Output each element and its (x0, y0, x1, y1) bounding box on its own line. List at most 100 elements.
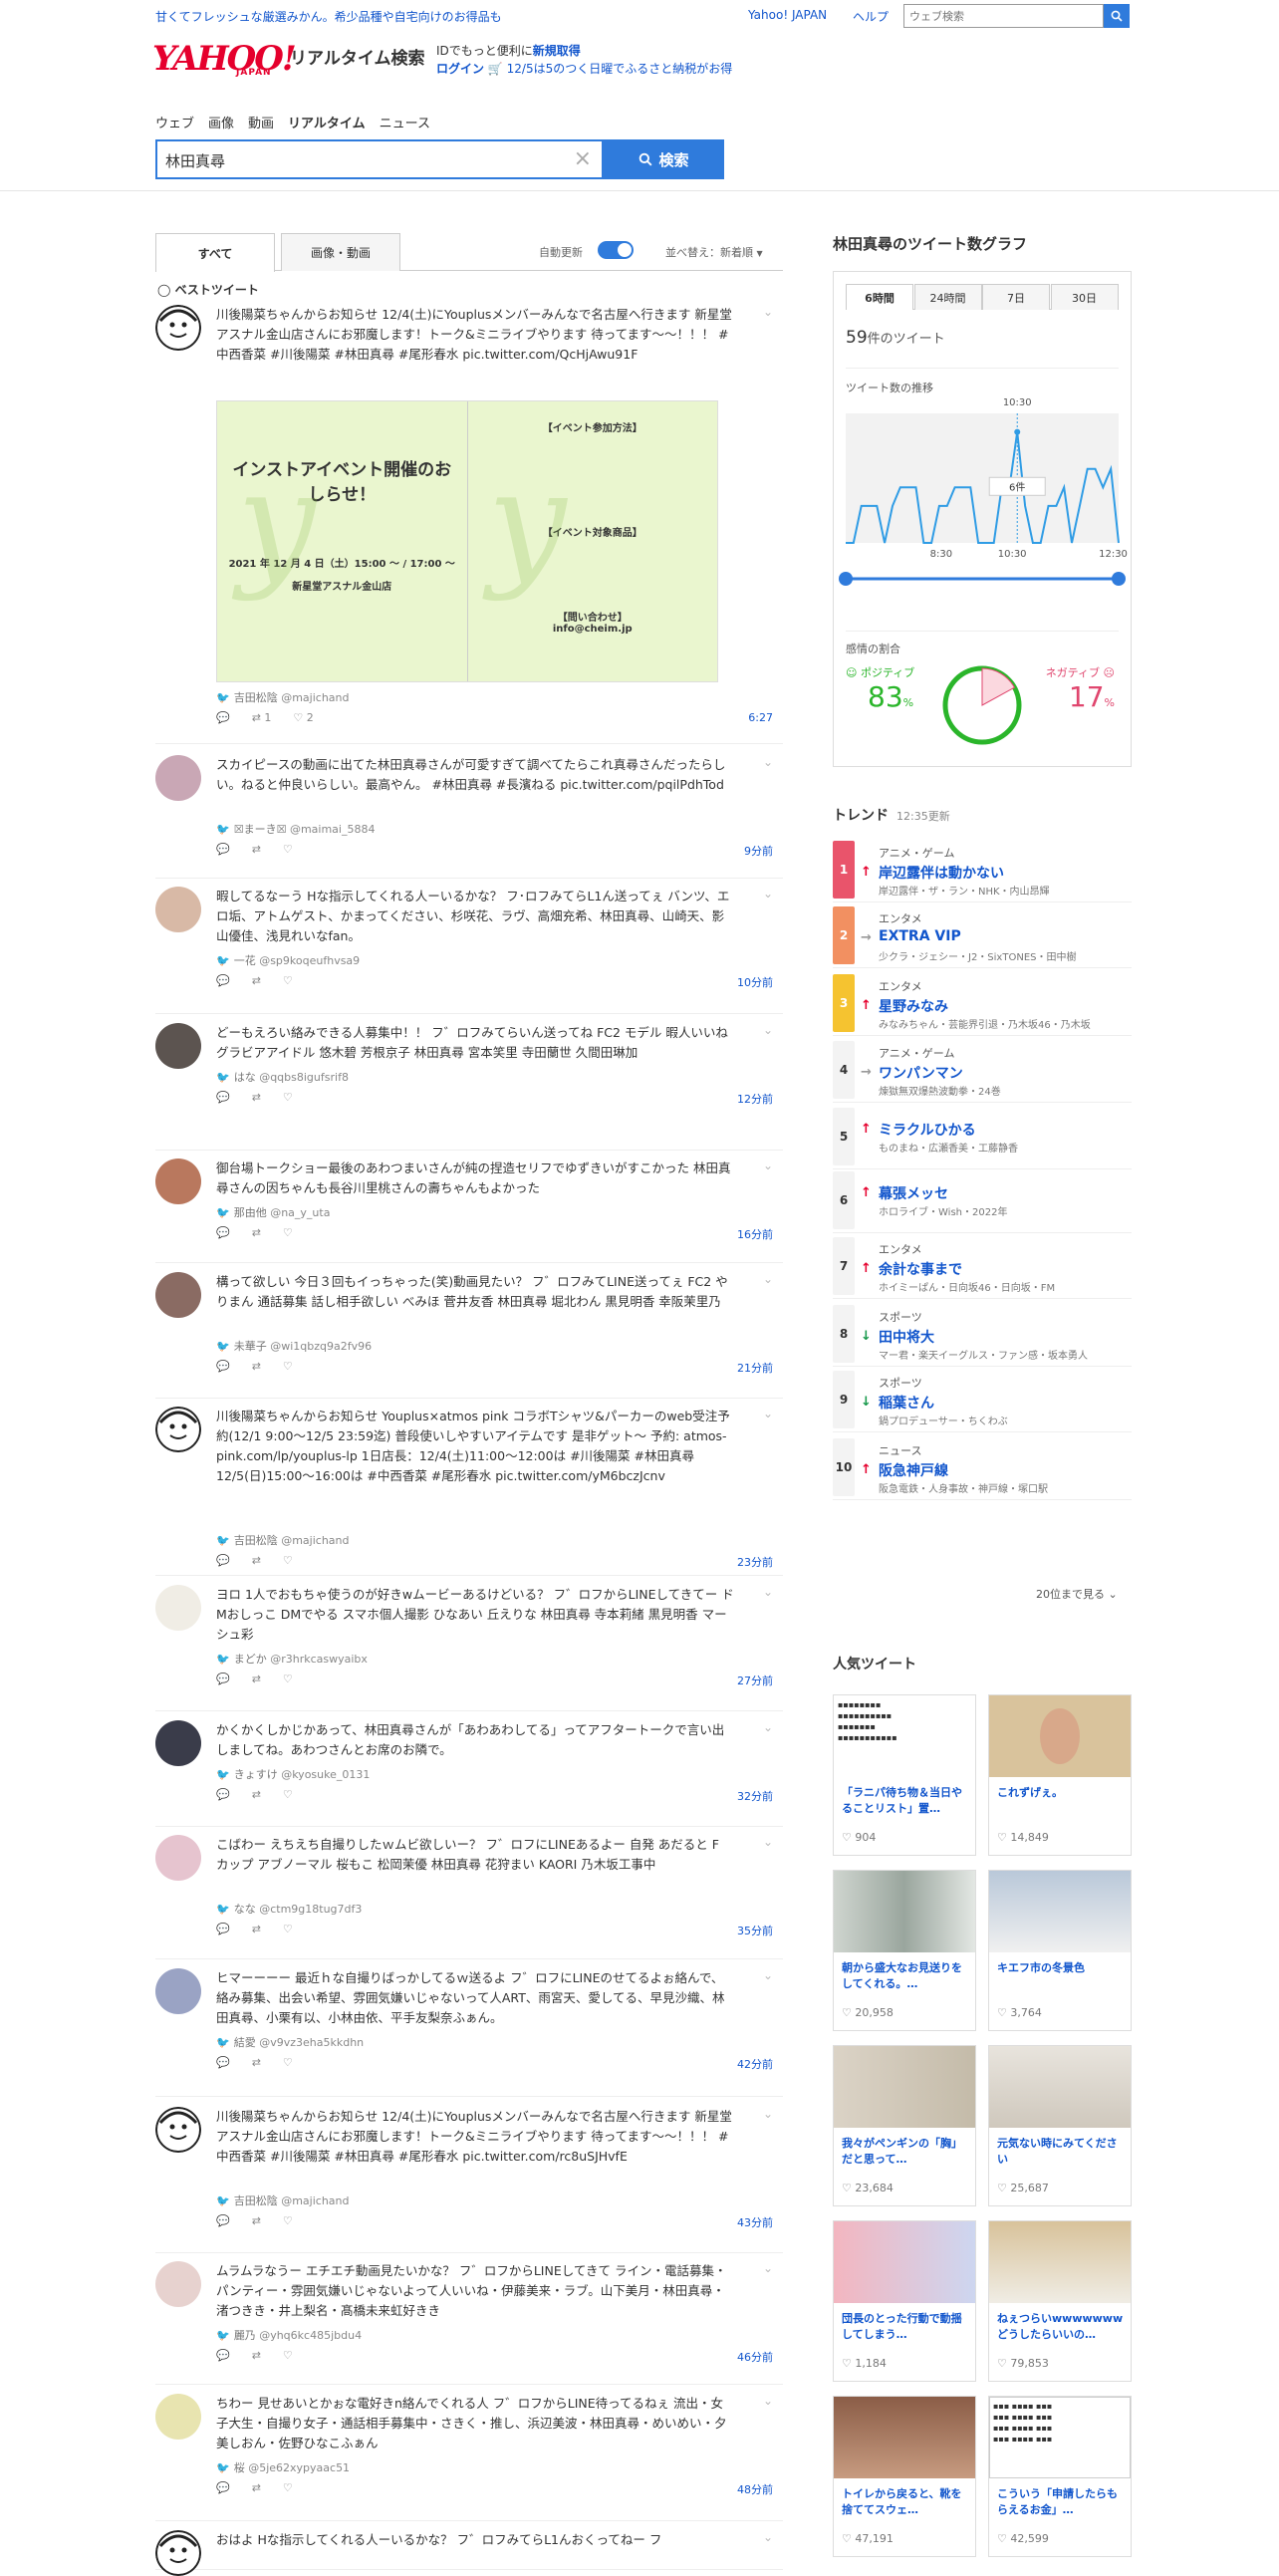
chevron-down-icon[interactable]: ⌄ (763, 1407, 773, 1420)
nav-item-1[interactable]: 画像 (208, 117, 234, 131)
tweet-time[interactable]: 32分前 (737, 1788, 773, 1804)
graph-tab-3[interactable]: 30日 (1050, 284, 1119, 310)
tweet-item[interactable]: 川後陽菜ちゃんからお知らせ 12/4(土)にYouplusメンバーみんなで名古屋… (155, 305, 783, 744)
reply-icon[interactable]: 💬 (216, 1923, 230, 1935)
tab-all[interactable]: すべて (155, 233, 275, 272)
retweet-button[interactable]: ⇄ (252, 1554, 261, 1567)
avatar[interactable] (155, 1968, 201, 2014)
tweet-author[interactable]: 🐦 未華子 @wi1qbzq9a2fv96 (216, 1338, 372, 1354)
tweet-author[interactable]: 🐦 吉田松陰 @majichand (216, 689, 350, 705)
popular-tweet-card[interactable]: ねぇつらいwwwwwwwどうしたらいいの… ♡ 79,853 (988, 2220, 1132, 2382)
chevron-down-icon[interactable]: ⌄ (763, 2107, 773, 2121)
like-button[interactable]: ♡ (283, 1554, 293, 1567)
tweet-author[interactable]: 🐦 きょすけ @kyosuke_0131 (216, 1766, 370, 1782)
tweet-author[interactable]: 🐦 那由他 @na_y_uta (216, 1204, 330, 1220)
popular-tweet-card[interactable]: これずげぇ。 ♡ 14,849 (988, 1694, 1132, 1856)
tweet-author[interactable]: 🐦 桜 @5je62xypyaac51 (216, 2459, 350, 2475)
retweet-button[interactable]: ⇄ (252, 1923, 261, 1935)
like-button[interactable]: ♡ (283, 1673, 293, 1685)
chevron-down-icon[interactable]: ⌄ (763, 1968, 773, 1982)
popular-tweet-card[interactable]: 我々がペンギンの「胸」だと思って… ♡ 23,684 (833, 2045, 976, 2206)
reply-icon[interactable]: 💬 (216, 2056, 230, 2069)
tweet-item[interactable]: こばわー えちえち自撮りしたｗムビ欲しいー？ フ゛ロフにLINEあるよー 自発 … (155, 1835, 783, 1959)
tweet-time[interactable]: 46分前 (737, 2349, 773, 2365)
trend-item[interactable]: 9 スポーツ ↓ 稲葉さん 鍋プロデューサー・ちくわぶ (833, 1367, 1132, 1432)
clear-icon[interactable]: × (574, 146, 592, 171)
tweet-time[interactable]: 9分前 (744, 843, 773, 859)
tweet-author[interactable]: 🐦 吉田松陰 @majichand (216, 2192, 350, 2208)
like-button[interactable]: ♡ (283, 2214, 293, 2227)
tweet-author[interactable]: 🐦 吉田松陰 @majichand (216, 1532, 350, 1548)
tweet-time[interactable]: 35分前 (737, 1923, 773, 1938)
retweet-button[interactable]: ⇄ (252, 1673, 261, 1685)
like-button[interactable]: ♡ (283, 2349, 293, 2362)
range-slider-end-handle[interactable] (1112, 572, 1126, 586)
reply-icon[interactable]: 💬 (216, 1226, 230, 1239)
retweet-button[interactable]: ⇄ (252, 1091, 261, 1104)
tweet-time[interactable]: 42分前 (737, 2056, 773, 2072)
tweet-item[interactable]: ヒマーーーー 最近ｈな自撮りばっかしてるｗ送るよ フ゛ロフにLINEのせてるよぉ… (155, 1968, 783, 2097)
auto-update-toggle[interactable] (598, 241, 634, 259)
retweet-button[interactable]: ⇄ (252, 974, 261, 987)
like-button[interactable]: ♡ (283, 974, 293, 987)
tweet-item[interactable]: ヨロ 1人でおもちゃ使うのが好きwムービーあるけどいる？ フ゛ロフからLINEし… (155, 1585, 783, 1711)
trend-item[interactable]: 4 アニメ・ゲーム → ワンパンマン 煉獄無双爆熱波動拳・24巻 (833, 1037, 1132, 1103)
popular-tweet-card[interactable]: トイレから戻ると、靴を捨ててスウェ… ♡ 47,191 (833, 2396, 976, 2557)
tweet-item[interactable]: 川後陽菜ちゃんからお知らせ Youplus×atmos pink コラボTシャツ… (155, 1407, 783, 1576)
like-button[interactable]: ♡ (283, 1923, 293, 1935)
retweet-button[interactable]: ⇄ (252, 2481, 261, 2494)
nav-item-3[interactable]: リアルタイム (288, 117, 366, 131)
like-button[interactable]: ♡ (283, 1226, 293, 1239)
sort-dropdown[interactable]: 並べ替え：新着順 ▼ (665, 244, 763, 260)
tweet-item[interactable]: 暇してるなーう Hな指示してくれる人ーいるかな？ フ･ロフみてらL1ん送ってぇ … (155, 887, 783, 1014)
reply-icon[interactable]: 💬 (216, 1360, 230, 1373)
nav-item-0[interactable]: ウェブ (155, 117, 194, 131)
avatar[interactable] (155, 1720, 201, 1766)
tweet-item[interactable]: 御台場トークショー最後のあわつまいさんが純の捏造セリフでゆずきいがすこかった 林… (155, 1159, 783, 1263)
retweet-button[interactable]: ⇄ (252, 2349, 261, 2362)
register-link[interactable]: 新規取得 (533, 44, 581, 58)
tweet-time[interactable]: 43分前 (737, 2214, 773, 2230)
avatar[interactable] (155, 1159, 201, 1204)
tweet-author[interactable]: 🐦 ☒まーき☒ @maimai_5884 (216, 821, 375, 837)
avatar[interactable] (155, 1835, 201, 1881)
tweet-time[interactable]: 16分前 (737, 1226, 773, 1242)
reply-icon[interactable]: 💬 (216, 2214, 230, 2227)
tweet-item[interactable]: かくかくしかじかあって、林田真尋さんが「あわあわしてる」ってアフタートークで言い… (155, 1720, 783, 1827)
chevron-down-icon[interactable]: ⌄ (763, 887, 773, 901)
tweet-author[interactable]: 🐦 まどか @r3hrkcaswyaibx (216, 1651, 368, 1667)
tweet-media[interactable]: y インストアイベント開催のおしらせ！ 2021 年 12 月 4 日（土）15:0… (216, 400, 718, 682)
reply-icon[interactable]: 💬 (216, 2481, 230, 2494)
like-button[interactable]: ♡ (283, 843, 293, 856)
trend-item[interactable]: 8 スポーツ ↓ 田中将大 マー君・楽天イーグルス・ファン感・坂本勇人 (833, 1301, 1132, 1367)
chevron-down-icon[interactable]: ⌄ (763, 1720, 773, 1734)
avatar[interactable] (155, 1407, 201, 1452)
avatar[interactable] (155, 1272, 201, 1318)
tweet-author[interactable]: 🐦 はな @qqbs8igufsrif8 (216, 1069, 349, 1085)
chevron-down-icon[interactable]: ⌄ (763, 1159, 773, 1172)
trend-item[interactable]: 1 アニメ・ゲーム ↑ 岸辺露伴は動かない 岸辺露伴・ザ・ラン・NHK・内山昂輝 (833, 837, 1132, 902)
tweet-author[interactable]: 🐦 結愛 @v9vz3eha5kkdhn (216, 2034, 364, 2050)
reply-icon[interactable]: 💬 (216, 1554, 230, 1567)
retweet-button[interactable]: ⇄ (252, 1360, 261, 1373)
reply-icon[interactable]: 💬 (216, 711, 230, 724)
retweet-button[interactable]: ⇄ (252, 2214, 261, 2227)
chevron-down-icon[interactable]: ⌄ (763, 305, 773, 319)
avatar[interactable] (155, 1023, 201, 1069)
tweet-time[interactable]: 21分前 (737, 1360, 773, 1376)
promo-link[interactable]: 甘くてフレッシュな厳選みかん。希少品種や自宅向けのお得品も (155, 8, 502, 25)
yahoo-logo[interactable]: YAHOO! JAPAN (152, 41, 297, 78)
like-button[interactable]: ♡ (283, 1788, 293, 1801)
like-button[interactable]: ♡ (283, 1091, 293, 1104)
nav-item-2[interactable]: 動画 (248, 117, 274, 131)
like-button[interactable]: ♡ (283, 2481, 293, 2494)
graph-tab-2[interactable]: 7日 (982, 284, 1050, 310)
furusato-link[interactable]: 12/5は5のつく日曜でふるさと納税がお得 (507, 62, 733, 76)
chevron-down-icon[interactable]: ⌄ (763, 1835, 773, 1849)
like-button[interactable]: ♡ 2 (293, 711, 313, 724)
retweet-button[interactable]: ⇄ 1 (252, 711, 272, 724)
graph-tab-1[interactable]: 24時間 (913, 284, 982, 310)
avatar[interactable] (155, 755, 201, 801)
retweet-button[interactable]: ⇄ (252, 843, 261, 856)
trend-item[interactable]: 6 ↑ 幕張メッセ ホロライブ・Wish・2022年 (833, 1167, 1132, 1233)
